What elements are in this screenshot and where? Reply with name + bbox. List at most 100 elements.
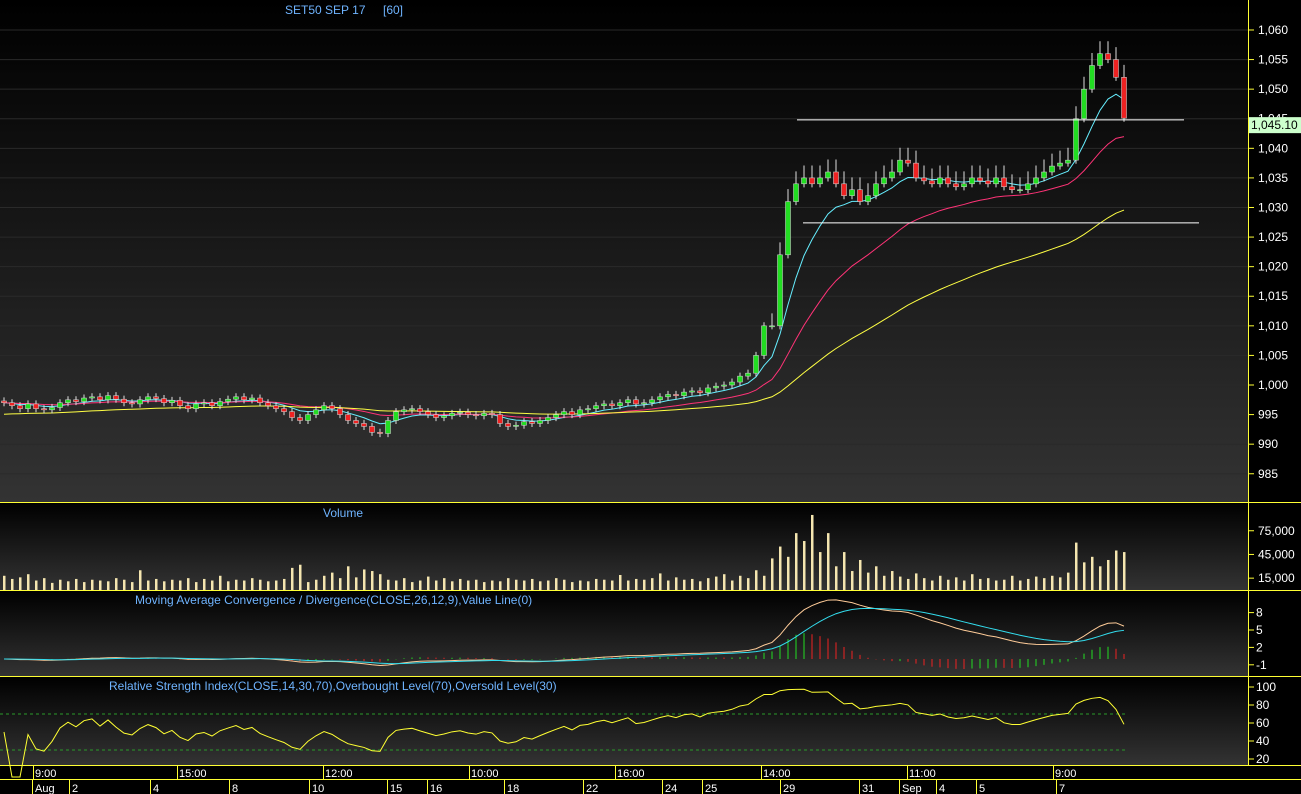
candle-body xyxy=(137,399,143,405)
volume-bar xyxy=(715,576,718,590)
volume-bar xyxy=(491,580,494,590)
date-label: 8 xyxy=(232,783,238,794)
candle-body xyxy=(201,402,207,405)
macd-label: Moving Average Convergence / Divergence(… xyxy=(135,593,532,607)
volume-bar xyxy=(219,575,222,590)
candle-body xyxy=(569,411,575,415)
volume-bar xyxy=(475,579,478,590)
candle-body xyxy=(465,411,471,415)
volume-bar xyxy=(675,577,678,590)
volume-bar xyxy=(947,579,950,590)
trading-chart[interactable]: SET50 SEP 17 [60] Volume Moving Average … xyxy=(0,0,1301,794)
volume-bar xyxy=(683,579,686,590)
candle-body xyxy=(1089,65,1095,90)
candle-body xyxy=(881,177,887,185)
volume-bar xyxy=(1083,562,1086,590)
candle-body xyxy=(529,421,535,424)
candle-body xyxy=(825,171,831,179)
volume-bar xyxy=(1099,566,1102,590)
volume-bar xyxy=(787,556,790,590)
candle-body xyxy=(577,409,583,415)
candle-body xyxy=(929,180,935,185)
candle-body xyxy=(409,408,415,411)
volume-bar xyxy=(859,559,862,590)
volume-bar xyxy=(867,572,870,590)
volume-bar xyxy=(123,579,126,590)
date-label: 2 xyxy=(72,783,78,794)
candle-body xyxy=(1113,59,1119,78)
time-label: 10:00 xyxy=(471,768,499,780)
candle-body xyxy=(753,355,759,374)
candle-body xyxy=(9,402,15,406)
price-tick-label: 1,005 xyxy=(1258,348,1288,362)
volume-bar xyxy=(83,582,86,590)
volume-bar xyxy=(795,533,798,590)
candle-body xyxy=(489,413,495,415)
candle-body xyxy=(545,417,551,421)
candle-body xyxy=(457,411,463,414)
candle-body xyxy=(657,396,663,401)
volume-bar xyxy=(883,575,886,590)
volume-bar xyxy=(515,579,518,590)
candle-body xyxy=(761,325,767,356)
volume-bar xyxy=(835,566,838,590)
candle-body xyxy=(561,411,567,415)
volume-bar xyxy=(939,575,942,590)
candle-body xyxy=(1105,53,1111,60)
volume-bar xyxy=(707,578,710,590)
volume-bar xyxy=(627,580,630,590)
volume-bar xyxy=(699,581,702,590)
volume-bar xyxy=(891,571,894,590)
rsi-label: Relative Strength Index(CLOSE,14,30,70),… xyxy=(109,679,557,693)
macd-tick-label: 8 xyxy=(1256,606,1263,620)
candle-body xyxy=(641,402,647,405)
volume-bar xyxy=(923,578,926,590)
volume-bar xyxy=(331,572,334,590)
candle-body xyxy=(945,177,951,185)
volume-bar xyxy=(763,575,766,590)
candle-body xyxy=(25,403,31,409)
candle-body xyxy=(297,417,303,421)
volume-bar xyxy=(235,579,238,590)
price-tick-label: 1,040 xyxy=(1258,141,1288,155)
volume-bar xyxy=(579,580,582,590)
candle-body xyxy=(153,396,159,399)
candle-body xyxy=(497,414,503,424)
candle-body xyxy=(905,159,911,164)
volume-bar xyxy=(19,577,22,590)
candle-body xyxy=(665,394,671,398)
date-label: 25 xyxy=(705,783,717,794)
volume-tick-label: 75,000 xyxy=(1258,524,1295,538)
volume-bar xyxy=(1123,552,1126,590)
rsi-tick-label: 40 xyxy=(1256,734,1270,748)
candle-body xyxy=(41,408,47,411)
volume-bar xyxy=(363,569,366,590)
candle-body xyxy=(625,399,631,404)
time-label: 15:00 xyxy=(179,768,207,780)
candle-body xyxy=(977,177,983,182)
candle-body xyxy=(721,384,727,387)
rsi-tick-label: 80 xyxy=(1256,698,1270,712)
volume-bar xyxy=(171,579,174,590)
candle-body xyxy=(1097,53,1103,66)
volume-bar xyxy=(1067,572,1070,590)
volume-bar xyxy=(635,578,638,590)
date-label: 29 xyxy=(783,783,795,794)
volume-bar xyxy=(547,580,550,590)
volume-bar xyxy=(1059,577,1062,590)
candle-body xyxy=(385,420,391,434)
rsi-tick-label: 20 xyxy=(1256,752,1270,766)
volume-bar xyxy=(691,578,694,590)
candle-body xyxy=(537,420,543,424)
panel-bg-1 xyxy=(0,503,1248,590)
price-tick-label: 1,000 xyxy=(1258,378,1288,392)
time-label: 12:00 xyxy=(325,768,353,780)
volume-bar xyxy=(1043,578,1046,590)
volume-bar xyxy=(1051,575,1054,590)
candle-body xyxy=(817,177,823,185)
date-label: 5 xyxy=(979,783,985,794)
date-label: Sep xyxy=(902,783,922,794)
candle-body xyxy=(305,414,311,421)
candle-body xyxy=(993,177,999,185)
candle-body xyxy=(185,405,191,409)
